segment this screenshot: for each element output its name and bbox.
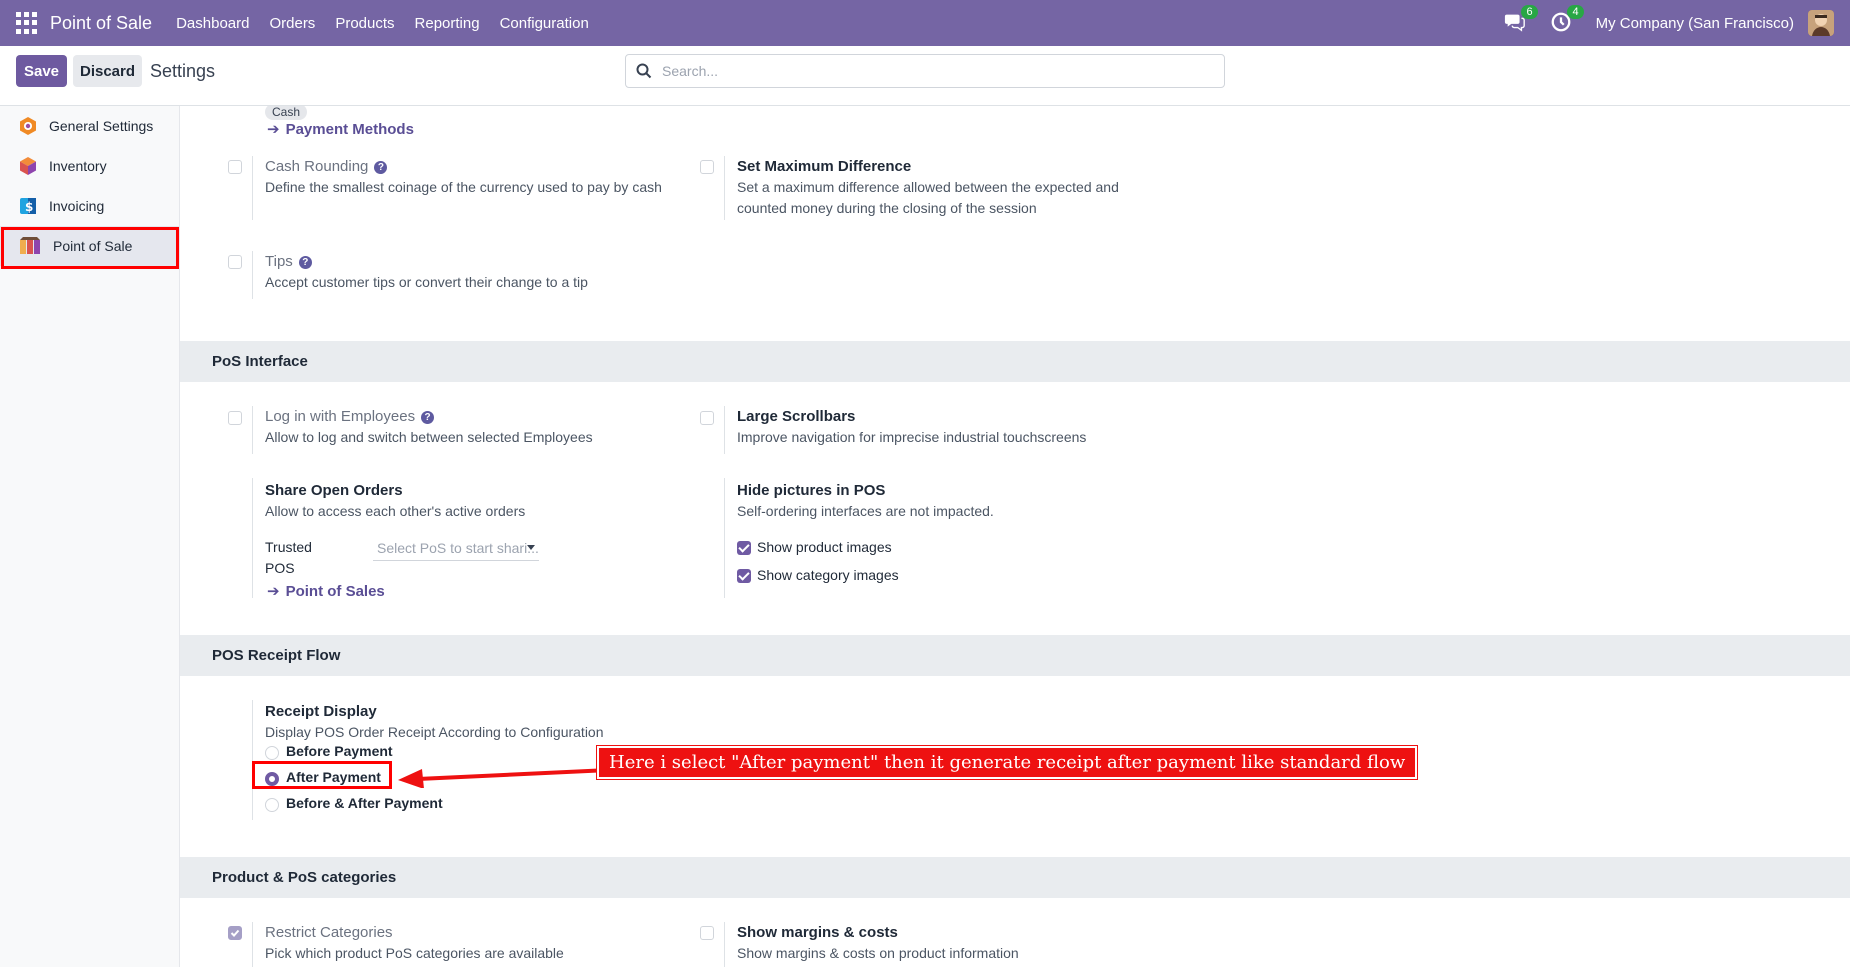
radio-before-payment-label: Before Payment <box>286 743 393 759</box>
activities-button[interactable]: 4 <box>1550 5 1584 35</box>
annotation-highlight-box <box>252 761 392 789</box>
tips-desc: Accept customer tips or convert their ch… <box>265 274 588 290</box>
show-margins-checkbox[interactable] <box>700 926 714 940</box>
sidebar-item-label: Invoicing <box>49 198 105 214</box>
svg-text:$: $ <box>25 200 33 214</box>
trusted-pos-label-2: POS <box>265 560 295 576</box>
login-employees-title: Log in with Employees? <box>265 408 435 425</box>
search-input[interactable]: Search... <box>625 54 1225 88</box>
activities-badge: 4 <box>1567 5 1584 19</box>
cash-rounding-checkbox[interactable] <box>228 160 242 174</box>
search-icon <box>636 63 652 79</box>
settings-content: Cash ➔ Payment Methods Cash Rounding? Def… <box>180 106 1850 967</box>
show-product-images-checkbox[interactable] <box>737 541 751 555</box>
radio-before-after-payment[interactable] <box>265 798 279 812</box>
sidebar-item-general-settings[interactable]: General Settings <box>0 106 180 146</box>
show-margins-desc: Show margins & costs on product informat… <box>737 945 1019 961</box>
max-difference-title: Set Maximum Difference <box>737 158 912 175</box>
inventory-cube-icon <box>20 157 36 175</box>
receipt-display-desc: Display POS Order Receipt According to C… <box>265 724 604 740</box>
sidebar-item-invoicing[interactable]: $ Invoicing <box>0 186 180 226</box>
payment-method-tag: Cash <box>265 106 308 120</box>
trusted-pos-select[interactable]: Select PoS to start shari... <box>373 537 539 561</box>
help-icon[interactable]: ? <box>374 161 388 174</box>
menu-products[interactable]: Products <box>335 15 394 32</box>
sidebar-item-label: Inventory <box>49 158 107 174</box>
menu-configuration[interactable]: Configuration <box>500 15 589 32</box>
user-avatar[interactable] <box>1808 10 1834 36</box>
share-orders-desc: Allow to access each other's active orde… <box>265 503 526 519</box>
show-category-images-checkbox[interactable] <box>737 569 751 583</box>
large-scrollbars-title: Large Scrollbars <box>737 408 856 425</box>
receipt-display-title: Receipt Display <box>265 703 377 720</box>
point-of-sales-link-label: Point of Sales <box>285 583 385 600</box>
save-button[interactable]: Save <box>16 55 67 87</box>
radio-before-payment[interactable] <box>265 746 279 760</box>
share-orders-title: Share Open Orders <box>265 482 403 499</box>
apps-grid-icon[interactable] <box>16 12 38 34</box>
show-category-images-label: Show category images <box>757 567 899 583</box>
top-navbar: Point of Sale Dashboard Orders Products … <box>0 0 1850 46</box>
app-title[interactable]: Point of Sale <box>50 13 152 34</box>
arrow-right-icon: ➔ <box>267 121 280 138</box>
restrict-categories-title: Restrict Categories <box>265 924 393 941</box>
help-icon[interactable]: ? <box>421 411 435 424</box>
checkmark-icon <box>230 929 240 937</box>
point-of-sales-link[interactable]: ➔ Point of Sales <box>267 582 385 600</box>
tips-title: Tips? <box>265 253 312 270</box>
large-scrollbars-checkbox[interactable] <box>700 411 714 425</box>
show-margins-title: Show margins & costs <box>737 924 898 941</box>
menu-dashboard[interactable]: Dashboard <box>176 15 249 32</box>
section-product-categories: Product & PoS categories <box>180 857 1850 898</box>
large-scrollbars-desc: Improve navigation for imprecise industr… <box>737 429 1087 445</box>
search-placeholder: Search... <box>662 63 719 79</box>
company-switcher[interactable]: My Company (San Francisco) <box>1596 15 1794 32</box>
control-panel: Save Discard Settings Search... <box>0 46 1850 106</box>
caret-down-icon <box>527 545 535 550</box>
login-employees-checkbox[interactable] <box>228 411 242 425</box>
menu-orders[interactable]: Orders <box>269 15 315 32</box>
messages-button[interactable]: 6 <box>1504 5 1538 35</box>
help-icon[interactable]: ? <box>298 256 312 269</box>
hide-pictures-title: Hide pictures in POS <box>737 482 886 499</box>
page-title: Settings <box>150 61 216 81</box>
annotation-callout: Here i select "After payment" then it ge… <box>595 745 1419 780</box>
sidebar-item-inventory[interactable]: Inventory <box>0 146 180 186</box>
odoo-logo-icon <box>20 117 36 135</box>
trusted-pos-select-placeholder: Select PoS to start shari... <box>377 540 539 556</box>
payment-methods-link-label: Payment Methods <box>285 121 414 138</box>
sidebar-highlight-box <box>1 227 179 269</box>
restrict-categories-checkbox[interactable] <box>228 926 242 940</box>
restrict-categories-desc: Pick which product PoS categories are av… <box>265 945 564 961</box>
sidebar-item-label: General Settings <box>49 118 154 134</box>
payment-methods-link[interactable]: ➔ Payment Methods <box>267 120 414 138</box>
cash-rounding-title: Cash Rounding? <box>265 158 388 175</box>
hide-pictures-desc: Self-ordering interfaces are not impacte… <box>737 503 994 519</box>
arrow-right-icon: ➔ <box>267 583 280 600</box>
login-employees-desc: Allow to log and switch between selected… <box>265 429 593 445</box>
max-difference-checkbox[interactable] <box>700 160 714 174</box>
max-difference-desc-1: Set a maximum difference allowed between… <box>737 179 1119 195</box>
messages-badge: 6 <box>1521 5 1538 19</box>
tips-checkbox[interactable] <box>228 255 242 269</box>
radio-before-after-payment-label: Before & After Payment <box>286 795 443 811</box>
show-product-images-label: Show product images <box>757 539 892 555</box>
section-receipt-flow: POS Receipt Flow <box>180 635 1850 676</box>
trusted-pos-label-1: Trusted <box>265 539 312 555</box>
invoicing-dollar-icon: $ <box>20 198 36 214</box>
section-pos-interface: PoS Interface <box>180 341 1850 382</box>
cash-rounding-desc: Define the smallest coinage of the curre… <box>265 179 662 195</box>
max-difference-desc-2: counted money during the closing of the … <box>737 200 1037 216</box>
avatar-image-icon <box>1808 10 1834 36</box>
menu-reporting[interactable]: Reporting <box>415 15 480 32</box>
discard-button[interactable]: Discard <box>73 55 142 87</box>
